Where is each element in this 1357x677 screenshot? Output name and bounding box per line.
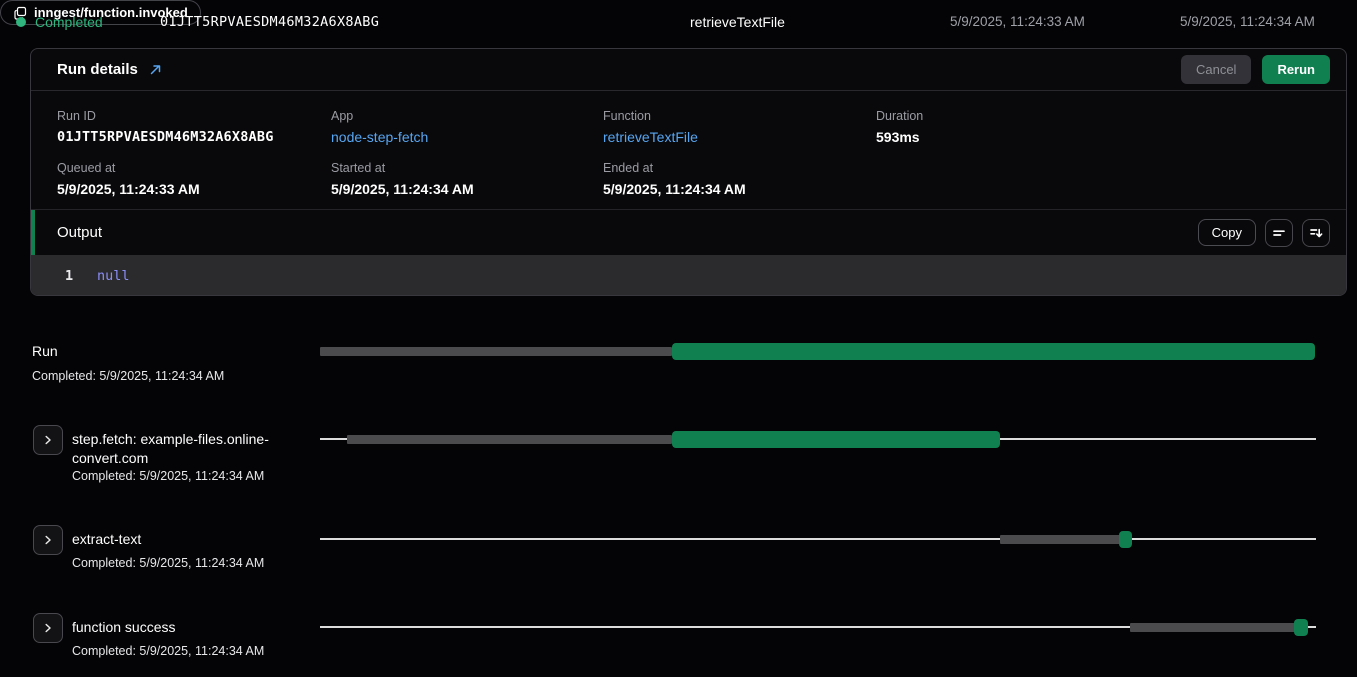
status-badge: Completed — [16, 0, 103, 43]
function-name-text: retrieveTextFile — [690, 0, 785, 43]
run-summary-bar: Completed 01JTT5RPVAESDM46M32A6X8ABG inn… — [0, 0, 1357, 43]
step-completed-text: Completed: 5/9/2025, 11:24:34 AM — [32, 369, 224, 383]
queued-timestamp: 5/9/2025, 11:24:33 AM — [950, 0, 1085, 43]
output-section-header: Output Copy — [31, 209, 1346, 255]
chevron-right-icon — [41, 433, 55, 447]
field-label: Queued at — [57, 161, 200, 175]
expand-step-button[interactable] — [33, 613, 63, 643]
queued-bar — [347, 435, 672, 444]
expand-step-button[interactable] — [33, 425, 63, 455]
field-value: 5/9/2025, 11:24:34 AM — [331, 181, 474, 197]
ended-timestamp: 5/9/2025, 11:24:34 AM — [1180, 0, 1315, 43]
step-completed-text: Completed: 5/9/2025, 11:24:34 AM — [72, 556, 264, 570]
sort-down-icon — [1308, 225, 1324, 241]
field-started-at: Started at 5/9/2025, 11:24:34 AM — [331, 161, 474, 197]
field-label: Started at — [331, 161, 474, 175]
timeline-row-step-fetch: step.fetch: example-files.online-convert… — [0, 424, 1357, 496]
run-details-header: Run details Cancel Rerun — [31, 49, 1346, 91]
timeline-track — [320, 531, 1316, 548]
field-value: 5/9/2025, 11:24:33 AM — [57, 181, 200, 197]
expand-step-button[interactable] — [33, 525, 63, 555]
execution-bar[interactable] — [1294, 619, 1308, 636]
field-label: Ended at — [603, 161, 746, 175]
timeline-row-function-success: function success Completed: 5/9/2025, 11… — [0, 612, 1357, 674]
output-code-block: 1 null — [31, 255, 1346, 295]
step-completed-text: Completed: 5/9/2025, 11:24:34 AM — [72, 469, 264, 483]
step-name: extract-text — [72, 530, 141, 549]
output-value: null — [97, 268, 130, 284]
rerun-button[interactable]: Rerun — [1262, 55, 1330, 84]
cancel-button[interactable]: Cancel — [1181, 55, 1251, 84]
timeline-baseline — [320, 538, 1316, 540]
field-duration: Duration 593ms — [876, 109, 923, 145]
line-number: 1 — [65, 268, 73, 284]
chevron-right-icon — [41, 621, 55, 635]
run-id-text: 01JTT5RPVAESDM46M32A6X8ABG — [160, 0, 379, 43]
app-link[interactable]: node-step-fetch — [331, 129, 428, 145]
field-value: 5/9/2025, 11:24:34 AM — [603, 181, 746, 197]
run-details-panel: Run details Cancel Rerun Run ID 01JTT5RP… — [30, 48, 1347, 296]
timeline-track — [320, 343, 1316, 360]
field-app: App node-step-fetch — [331, 109, 428, 145]
copy-button[interactable]: Copy — [1198, 219, 1256, 246]
step-name: step.fetch: example-files.online-convert… — [72, 430, 308, 468]
field-value: 593ms — [876, 129, 923, 145]
status-dot-icon — [16, 17, 26, 27]
external-link-icon[interactable] — [149, 63, 162, 76]
timeline-track — [320, 619, 1316, 636]
field-label: Duration — [876, 109, 923, 123]
field-label: Run ID — [57, 109, 274, 123]
timeline-track — [320, 431, 1316, 448]
output-title: Output — [57, 224, 102, 241]
timeline-row-run: Run Completed: 5/9/2025, 11:24:34 AM — [0, 333, 1357, 395]
execution-bar[interactable] — [672, 343, 1315, 360]
field-run-id: Run ID 01JTT5RPVAESDM46M32A6X8ABG — [57, 109, 274, 145]
queued-bar — [1000, 535, 1120, 544]
field-value: 01JTT5RPVAESDM46M32A6X8ABG — [57, 129, 274, 145]
timeline-row-extract-text: extract-text Completed: 5/9/2025, 11:24:… — [0, 524, 1357, 586]
expand-output-button[interactable] — [1302, 219, 1330, 247]
panel-title: Run details — [57, 61, 138, 78]
field-label: Function — [603, 109, 698, 123]
execution-bar[interactable] — [672, 431, 1000, 448]
field-label: App — [331, 109, 428, 123]
queued-bar — [320, 347, 672, 356]
step-name: function success — [72, 618, 176, 637]
queued-bar — [1130, 623, 1295, 632]
function-link[interactable]: retrieveTextFile — [603, 129, 698, 145]
output-accent-bar — [31, 210, 35, 255]
field-ended-at: Ended at 5/9/2025, 11:24:34 AM — [603, 161, 746, 197]
wrap-text-button[interactable] — [1265, 219, 1293, 247]
execution-bar[interactable] — [1119, 531, 1132, 548]
chevron-right-icon — [41, 533, 55, 547]
status-label: Completed — [35, 14, 103, 30]
field-function: Function retrieveTextFile — [603, 109, 698, 145]
step-name: Run — [32, 342, 58, 361]
field-queued-at: Queued at 5/9/2025, 11:24:33 AM — [57, 161, 200, 197]
run-details-screen: Completed 01JTT5RPVAESDM46M32A6X8ABG inn… — [0, 0, 1357, 677]
step-completed-text: Completed: 5/9/2025, 11:24:34 AM — [72, 644, 264, 658]
align-left-icon — [1271, 225, 1287, 241]
